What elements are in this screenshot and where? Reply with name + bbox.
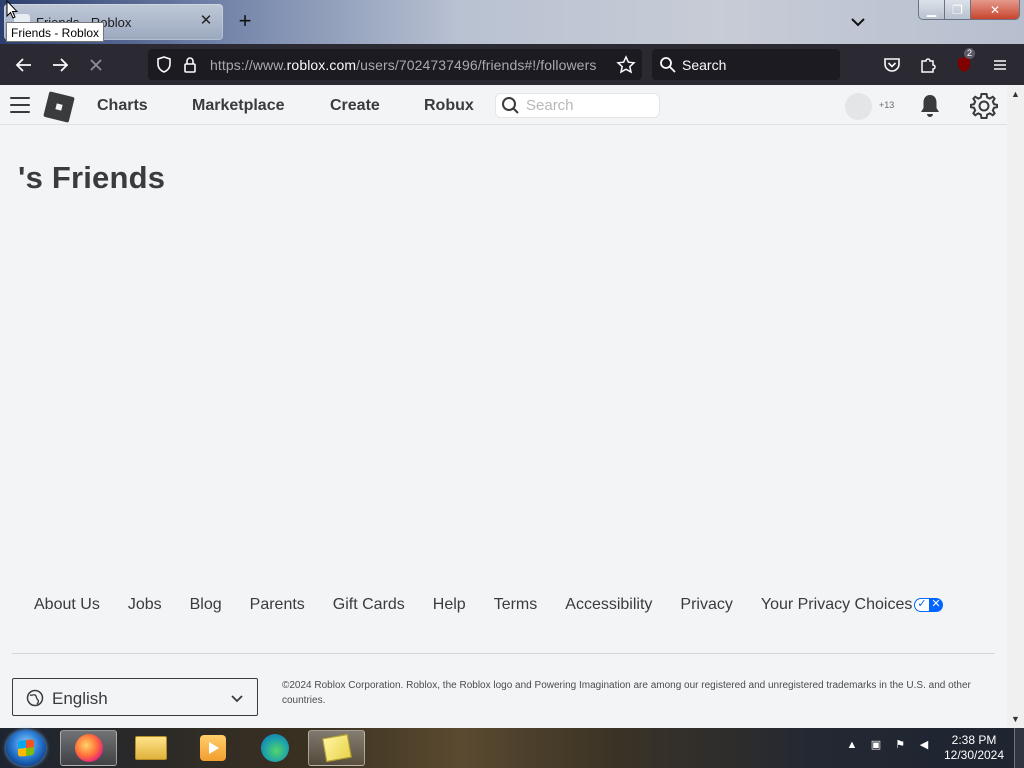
footer-link-privacy-choices[interactable]: Your Privacy Choices ✓ ✕ (760, 596, 944, 614)
network-icon[interactable]: ▣ (869, 738, 883, 752)
media-player-icon (199, 735, 226, 761)
firefox-icon (74, 734, 103, 762)
roblox-search-input[interactable] (526, 97, 651, 114)
menu-icon[interactable] (988, 53, 1012, 77)
browser-search-bar[interactable]: Search (652, 49, 840, 80)
file-explorer-app[interactable] (122, 730, 179, 766)
back-icon[interactable] (12, 53, 36, 77)
page-title: 's Friends (18, 160, 166, 195)
nav-charts[interactable]: Charts (97, 97, 148, 115)
nav-marketplace[interactable]: Marketplace (192, 97, 285, 115)
url-bar[interactable]: https://www.roblox.com/users/7024737496/… (148, 49, 642, 80)
media-player-app[interactable] (184, 730, 241, 766)
avatar[interactable] (845, 93, 872, 120)
lock-icon[interactable] (178, 53, 202, 77)
forward-icon[interactable] (48, 53, 72, 77)
scroll-down-arrow-icon[interactable]: ▼ (1007, 712, 1024, 726)
roblox-search-box[interactable] (495, 93, 660, 118)
footer-link-terms[interactable]: Terms (494, 596, 538, 614)
show-hidden-icons-icon[interactable]: ▲ (845, 738, 859, 752)
footer-links: About Us Jobs Blog Parents Gift Cards He… (34, 596, 971, 614)
nav-robux[interactable]: Robux (424, 97, 474, 115)
window-controls: ▁ ❐ ✕ (918, 0, 1020, 20)
url-text[interactable]: https://www.roblox.com/users/7024737496/… (210, 57, 596, 73)
edge-app[interactable] (246, 730, 303, 766)
volume-muted-icon[interactable]: ◀ (917, 738, 931, 752)
windows-taskbar: ▲ ▣ ⚑ ◀ 2:38 PM 12/30/2024 (0, 728, 1024, 768)
tracking-protection-shield-icon[interactable] (152, 53, 176, 77)
tab-tooltip: Friends - Roblox (6, 22, 105, 42)
scroll-up-arrow-icon[interactable]: ▲ (1007, 87, 1024, 101)
language-label: English (52, 689, 108, 708)
privacy-choices-toggle-icon: ✓ ✕ (914, 598, 944, 612)
firefox-app[interactable] (60, 730, 117, 766)
privacy-choices-label: Your Privacy Choices (760, 596, 913, 613)
extension-badge: 2 (964, 48, 976, 59)
search-placeholder: Search (682, 57, 727, 73)
close-window-button[interactable]: ✕ (971, 0, 1019, 19)
footer-divider (12, 653, 995, 654)
robux-count[interactable]: +13 (879, 100, 894, 110)
footer-link-help[interactable]: Help (433, 596, 466, 614)
roblox-logo-icon[interactable] (43, 91, 75, 123)
footer-link-privacy[interactable]: Privacy (680, 596, 732, 614)
mouse-cursor-icon (6, 0, 18, 19)
sticky-notes-icon (321, 733, 352, 763)
sticky-notes-app[interactable] (308, 730, 365, 766)
minimize-button[interactable]: ▁ (919, 0, 945, 19)
pocket-icon[interactable] (880, 53, 904, 77)
system-tray: ▲ ▣ ⚑ ◀ (845, 738, 931, 752)
nav-create[interactable]: Create (330, 97, 380, 115)
bookmark-star-icon[interactable] (614, 53, 638, 77)
stop-loading-icon[interactable] (84, 53, 108, 77)
browser-tab-strip: Friends - Roblox ✕ Friends - Roblox + ▁ … (0, 0, 1024, 44)
start-button[interactable] (6, 730, 46, 766)
folder-icon (134, 736, 167, 760)
list-all-tabs-icon[interactable] (848, 10, 868, 34)
extensions-icon[interactable] (916, 53, 940, 77)
search-icon (660, 57, 676, 73)
maximize-button[interactable]: ❐ (945, 0, 971, 19)
taskbar-clock[interactable]: 2:38 PM 12/30/2024 (940, 733, 1008, 763)
footer-link-accessibility[interactable]: Accessibility (565, 596, 652, 614)
globe-icon (26, 689, 44, 707)
footer-link-jobs[interactable]: Jobs (128, 596, 162, 614)
edge-icon (260, 734, 289, 762)
footer-link-blog[interactable]: Blog (190, 596, 222, 614)
action-center-flag-icon[interactable]: ⚑ (893, 738, 907, 752)
footer-link-parents[interactable]: Parents (250, 596, 305, 614)
clock-time: 2:38 PM (951, 733, 997, 747)
language-selector[interactable]: English (12, 678, 258, 716)
footer-link-about-us[interactable]: About Us (34, 596, 100, 614)
browser-toolbar: https://www.roblox.com/users/7024737496/… (0, 44, 1024, 85)
clock-date: 12/30/2024 (943, 748, 1005, 762)
search-icon (502, 97, 519, 114)
show-desktop-button[interactable] (1014, 728, 1024, 768)
copyright-text: ©2024 Roblox Corporation. Roblox, the Ro… (282, 680, 971, 706)
footer-link-gift-cards[interactable]: Gift Cards (333, 596, 405, 614)
tab-close-icon[interactable]: ✕ (197, 12, 215, 30)
hamburger-menu-icon[interactable] (10, 97, 30, 113)
roblox-header: Charts Marketplace Create Robux +13 (0, 85, 1007, 125)
new-tab-button[interactable]: + (233, 8, 257, 36)
notifications-bell-icon[interactable] (918, 93, 942, 119)
ublock-origin-icon[interactable]: 2 (952, 48, 976, 77)
page-scrollbar[interactable]: ▲ ▼ (1007, 85, 1024, 728)
settings-gear-icon[interactable] (970, 92, 998, 120)
chevron-down-icon (231, 695, 243, 703)
